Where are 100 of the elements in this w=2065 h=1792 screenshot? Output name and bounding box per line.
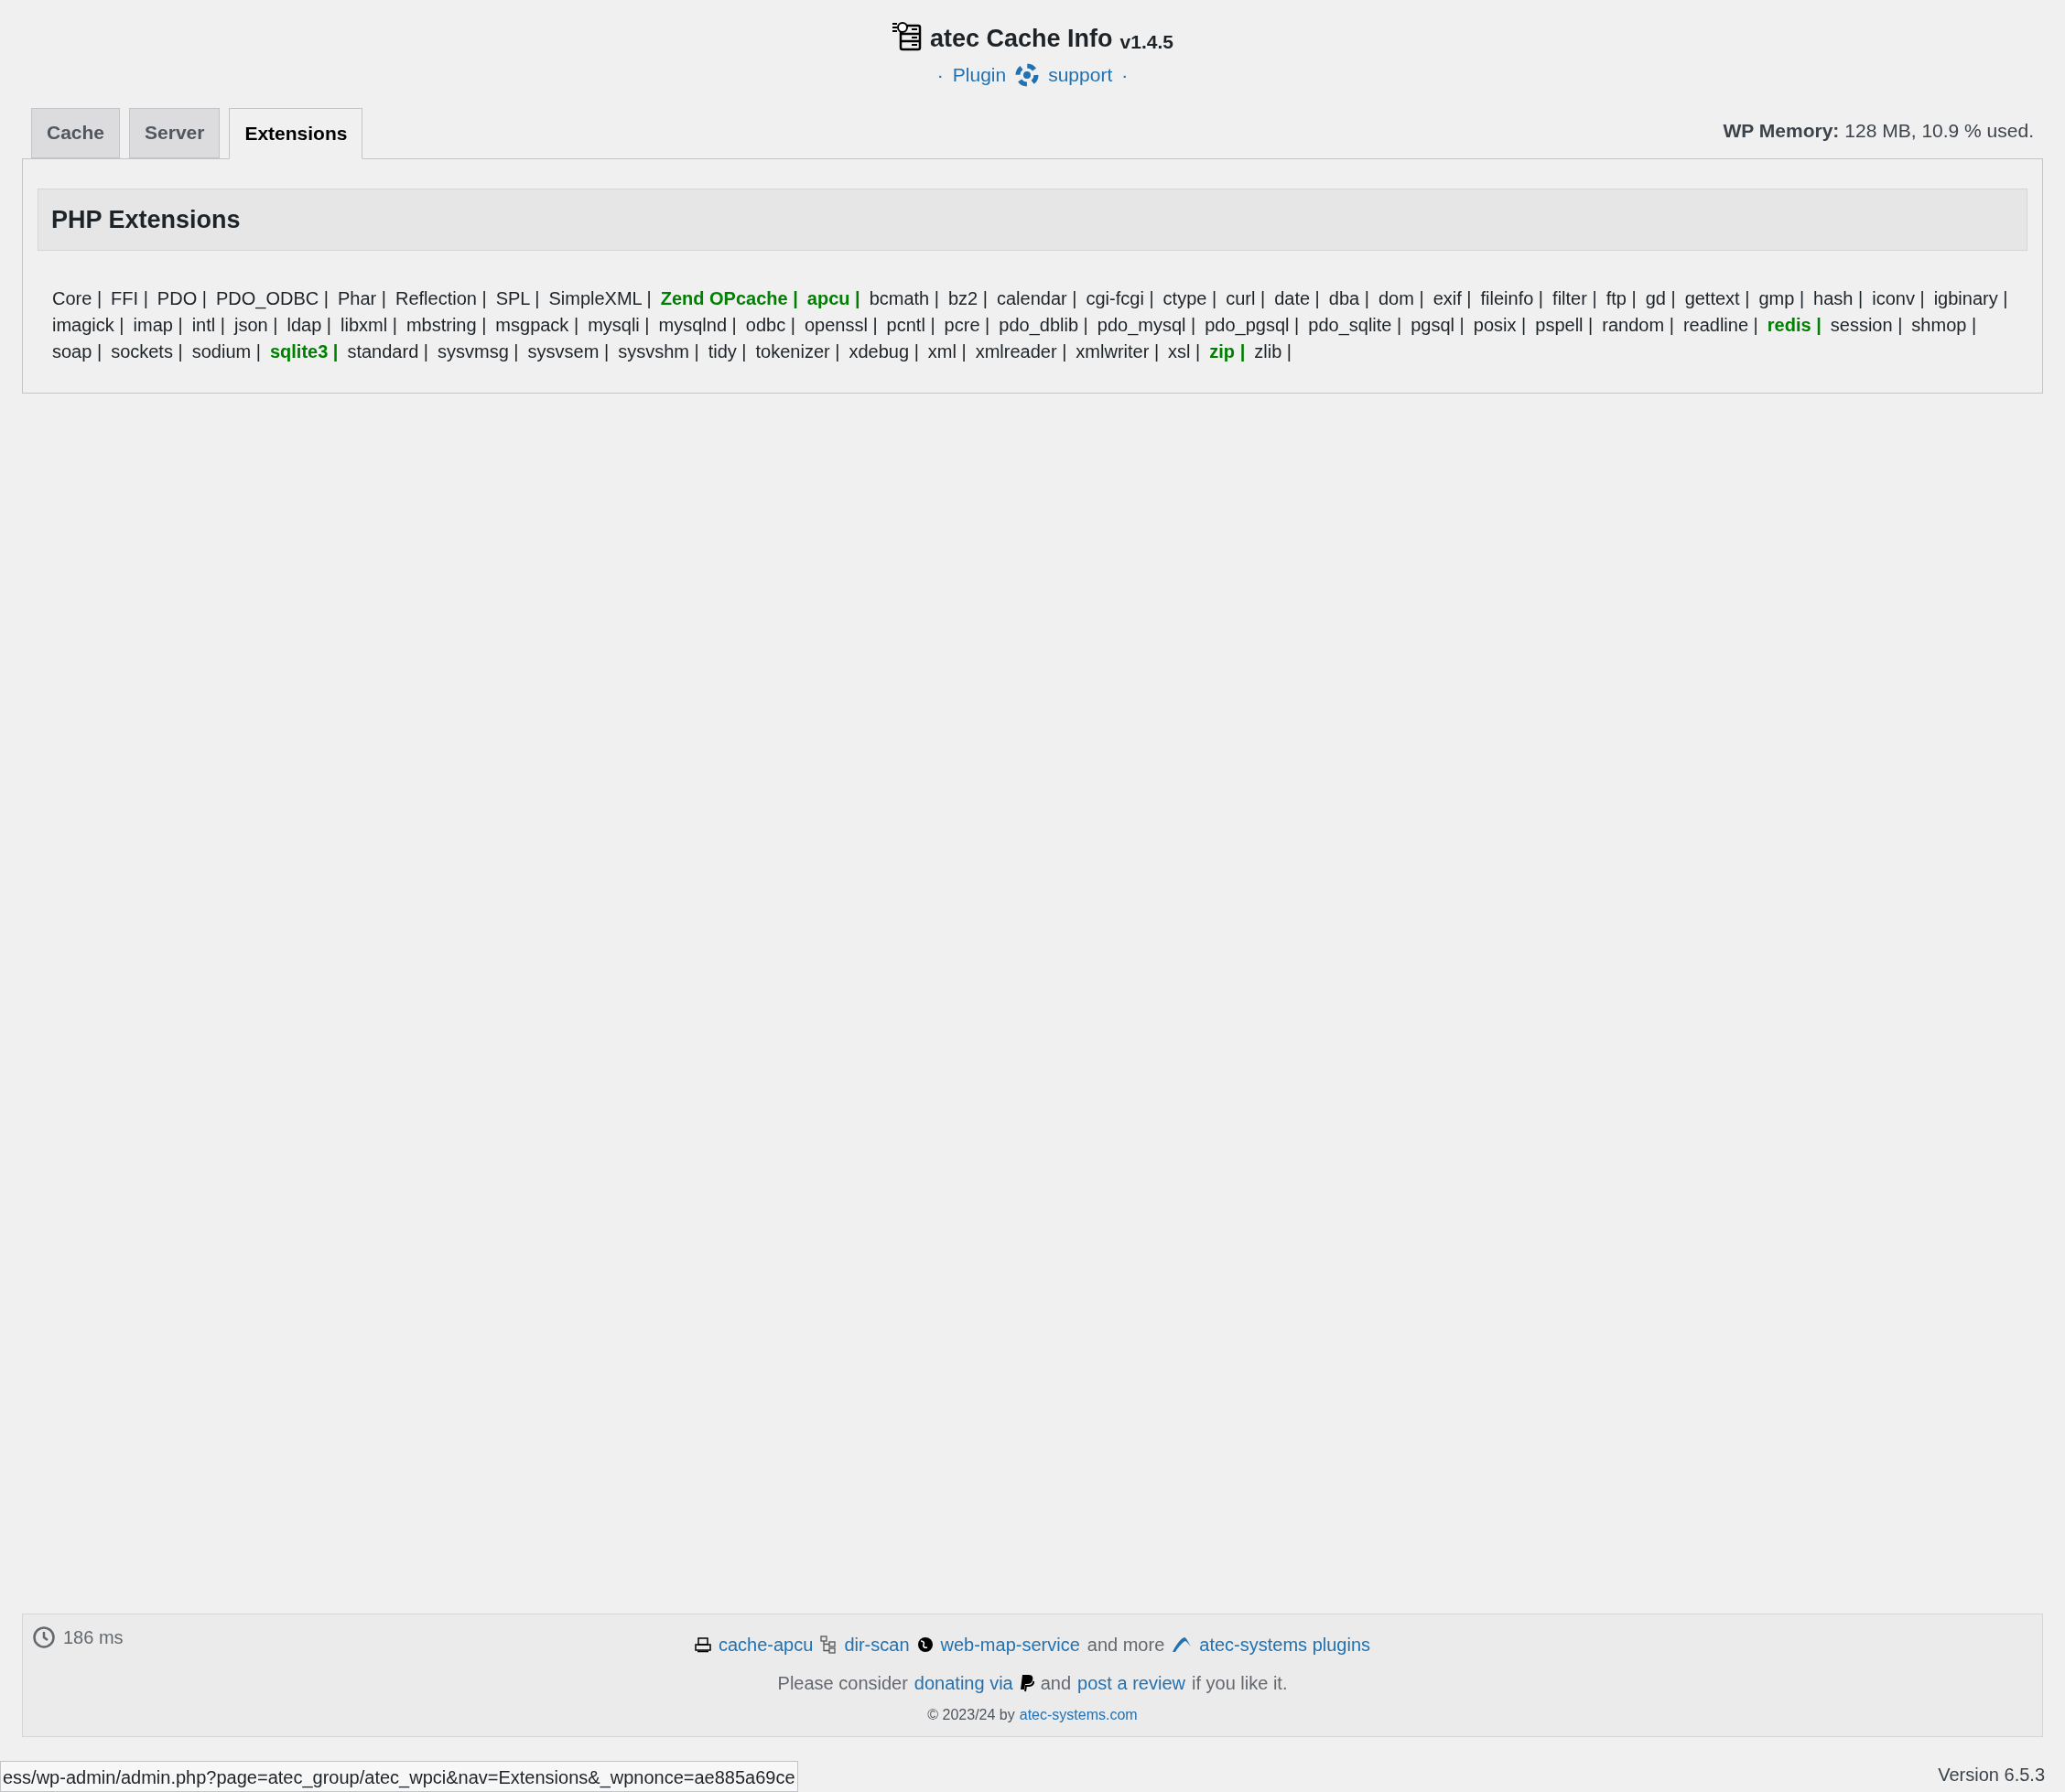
- extension-name: pcntl |: [886, 314, 935, 337]
- extension-name: igbinary |: [1933, 287, 2008, 310]
- extension-name: zip |: [1209, 340, 1246, 363]
- wordpress-version: Version 6.5.3: [1938, 1764, 2045, 1787]
- extension-name: readline |: [1682, 314, 1758, 337]
- clock-icon: [32, 1625, 56, 1649]
- extension-name: shmop |: [1911, 314, 1977, 337]
- extension-name: pdo_pgsql |: [1205, 314, 1300, 338]
- extension-name: pspell |: [1535, 314, 1594, 337]
- extension-name: Core |: [52, 287, 103, 310]
- extension-name: odbc |: [745, 314, 795, 337]
- extension-name: iconv |: [1872, 287, 1925, 310]
- timing-label: 186 ms: [63, 1626, 124, 1649]
- extension-name: tidy |: [708, 340, 747, 363]
- support-link[interactable]: Plugin: [952, 60, 1007, 90]
- extension-name: exif |: [1433, 287, 1472, 310]
- extension-name: gd |: [1645, 287, 1676, 310]
- extension-name: Phar |: [337, 287, 386, 310]
- footer-text: Please consider: [777, 1672, 908, 1695]
- tab[interactable]: Cache: [31, 107, 121, 158]
- server-icon: [892, 20, 923, 51]
- extension-name: ftp |: [1606, 287, 1637, 310]
- footer-link[interactable]: post a review: [1077, 1669, 1185, 1697]
- memory-label: WP Memory:: [1723, 119, 1840, 143]
- extension-name: date |: [1274, 287, 1320, 310]
- extension-name: Zend OPcache |: [660, 287, 798, 310]
- extension-name: standard |: [347, 340, 429, 363]
- extension-name: Reflection |: [395, 287, 487, 310]
- extension-name: xdebug |: [849, 340, 919, 363]
- product-link[interactable]: atec-systems plugins: [1199, 1631, 1371, 1658]
- extension-name: cgi-fcgi |: [1086, 287, 1154, 310]
- company-link[interactable]: atec-systems.com: [1019, 1704, 1138, 1726]
- extension-name: gettext |: [1684, 287, 1750, 310]
- extension-name: SPL |: [495, 287, 540, 310]
- extension-name: ldap |: [287, 314, 331, 337]
- extension-name: soap |: [52, 340, 103, 363]
- folder-tree-icon: [820, 1635, 838, 1654]
- extension-name: imagick |: [52, 314, 124, 337]
- extension-name: sysvsem |: [527, 340, 610, 363]
- extension-name: imap |: [133, 314, 183, 337]
- extension-name: hash |: [1813, 287, 1864, 310]
- printer-icon: [694, 1636, 711, 1653]
- extension-name: filter |: [1552, 287, 1597, 310]
- extension-name: xml |: [927, 340, 967, 363]
- extension-name: pcre |: [944, 314, 990, 337]
- lifebuoy-icon: [1015, 62, 1040, 87]
- footer-text: and more: [1087, 1634, 1165, 1657]
- extension-name: SimpleXML |: [548, 287, 652, 310]
- extension-name: dba |: [1328, 287, 1369, 310]
- extension-name: pdo_sqlite |: [1308, 314, 1402, 338]
- extension-name: sqlite3 |: [269, 340, 339, 363]
- section-heading: PHP Extensions: [38, 188, 2027, 251]
- extension-name: PDO_ODBC |: [215, 287, 329, 311]
- extension-name: session |: [1830, 314, 1903, 337]
- separator-dot: ·: [936, 63, 944, 87]
- product-link[interactable]: web-map-service: [940, 1631, 1080, 1658]
- extension-name: redis |: [1767, 314, 1822, 337]
- product-link[interactable]: cache-apcu: [718, 1631, 814, 1658]
- memory-value: 128 MB, 10.9 % used.: [1844, 119, 2034, 143]
- extension-name: ctype |: [1162, 287, 1217, 310]
- extension-name: xsl |: [1168, 340, 1201, 363]
- extension-name: intl |: [191, 314, 225, 337]
- extension-name: pdo_dblib |: [999, 314, 1088, 338]
- extension-name: calendar |: [997, 287, 1077, 310]
- extension-name: msgpack |: [495, 314, 579, 337]
- extension-name: mysqli |: [588, 314, 650, 337]
- extension-name: PDO |: [157, 287, 207, 310]
- footer-text: and: [1040, 1672, 1072, 1695]
- version-label: v1.4.5: [1119, 32, 1173, 51]
- extension-name: bcmath |: [869, 287, 939, 310]
- extension-name: sysvshm |: [618, 340, 699, 363]
- extension-name: libxml |: [341, 314, 397, 337]
- tab[interactable]: Server: [129, 107, 221, 158]
- extension-name: sysvmsg |: [438, 340, 519, 363]
- extension-name: sodium |: [191, 340, 261, 363]
- extension-name: xmlreader |: [975, 340, 1067, 363]
- extension-name: tokenizer |: [755, 340, 840, 363]
- extension-name: random |: [1602, 314, 1674, 337]
- extension-name: posix |: [1473, 314, 1527, 337]
- support-link[interactable]: support: [1048, 60, 1113, 90]
- extension-name: apcu |: [806, 287, 860, 310]
- extension-name: curl |: [1226, 287, 1266, 310]
- swoosh-logo-icon: [1172, 1636, 1193, 1653]
- globe-icon: [916, 1636, 934, 1653]
- extension-name: gmp |: [1758, 287, 1805, 310]
- footer-link[interactable]: donating via: [914, 1669, 1013, 1697]
- extension-name: xmlwriter |: [1076, 340, 1160, 363]
- extension-name: bz2 |: [948, 287, 988, 310]
- extension-name: pgsql |: [1411, 314, 1465, 337]
- separator-dot: ·: [1121, 63, 1129, 87]
- extension-name: sockets |: [111, 340, 183, 363]
- extension-name: fileinfo |: [1480, 287, 1544, 310]
- footer-text: if you like it.: [1191, 1672, 1288, 1695]
- tab[interactable]: Extensions: [229, 107, 363, 159]
- extension-name: mbstring |: [405, 314, 487, 337]
- extension-name: FFI |: [111, 287, 148, 310]
- product-link[interactable]: dir-scan: [844, 1631, 910, 1658]
- extension-name: json |: [234, 314, 278, 337]
- extension-name: pdo_mysql |: [1097, 314, 1196, 338]
- extension-name: zlib |: [1254, 340, 1292, 363]
